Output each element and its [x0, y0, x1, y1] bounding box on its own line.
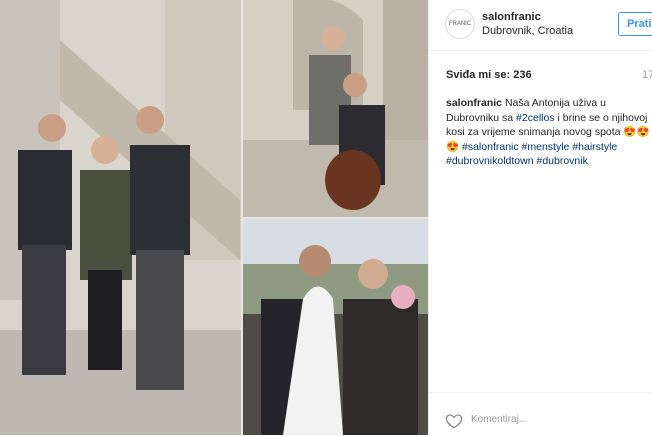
hashtag-dubrovnikoldtown[interactable]: #dubrovnikoldtown: [446, 155, 534, 167]
caption-username[interactable]: salonfranic: [446, 97, 502, 109]
comment-input[interactable]: Komentiraj...: [471, 414, 527, 425]
hashtag-dubrovnik[interactable]: #dubrovnik: [536, 155, 587, 167]
username[interactable]: salonfranic: [482, 11, 541, 23]
post-photo[interactable]: [0, 0, 428, 435]
photo-group-staircase: [0, 0, 241, 435]
hashtag-menstyle[interactable]: #menstyle: [522, 141, 570, 153]
likes-count[interactable]: Sviđa mi se: 236: [446, 69, 532, 81]
comment-bar: Komentiraj...: [429, 392, 652, 436]
caption: salonfranic Naša Antonija uživa u Dubrov…: [446, 96, 652, 169]
hashtag-2cellos[interactable]: #2cellos: [516, 112, 555, 124]
post-header: FRANIC salonfranic Dubrovnik, Croatia Pr…: [429, 0, 652, 51]
photo-cello-player: [243, 0, 428, 217]
avatar[interactable]: FRANIC: [445, 9, 475, 39]
post-time[interactable]: 17: [642, 69, 652, 81]
hashtag-salonfranic[interactable]: #salonfranic: [462, 141, 519, 153]
location-link[interactable]: Dubrovnik, Croatia: [482, 25, 573, 37]
avatar-logo-text: FRANIC: [448, 21, 472, 27]
post-sidebar: FRANIC salonfranic Dubrovnik, Croatia Pr…: [428, 0, 652, 435]
follow-button[interactable]: Prati: [618, 12, 652, 36]
heart-icon[interactable]: [445, 412, 463, 430]
hashtag-hairstyle[interactable]: #hairstyle: [572, 141, 617, 153]
photo-cello-case: [243, 219, 428, 435]
